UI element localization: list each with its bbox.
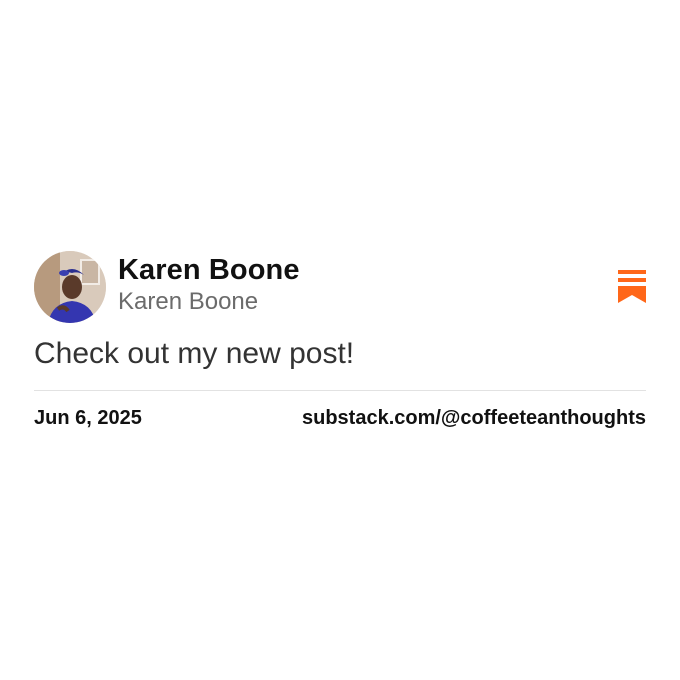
avatar[interactable] <box>34 251 106 323</box>
author-display-name[interactable]: Karen Boone <box>118 253 300 287</box>
author-handle[interactable]: Karen Boone <box>118 287 300 317</box>
profile-link[interactable]: substack.com/@coffeeteanthoughts <box>302 407 646 430</box>
divider <box>34 390 646 391</box>
substack-logo-icon[interactable] <box>618 270 646 304</box>
post-header: Karen Boone Karen Boone <box>34 250 646 324</box>
post-text: Check out my new post! <box>34 337 355 370</box>
post-date: Jun 6, 2025 <box>34 407 142 429</box>
author-names: Karen Boone Karen Boone <box>118 253 300 317</box>
avatar-photo-icon <box>34 251 106 323</box>
post-card: Karen Boone Karen Boone Check out my new… <box>34 250 646 430</box>
post-footer: Jun 6, 2025 substack.com/@coffeeteanthou… <box>34 407 646 430</box>
